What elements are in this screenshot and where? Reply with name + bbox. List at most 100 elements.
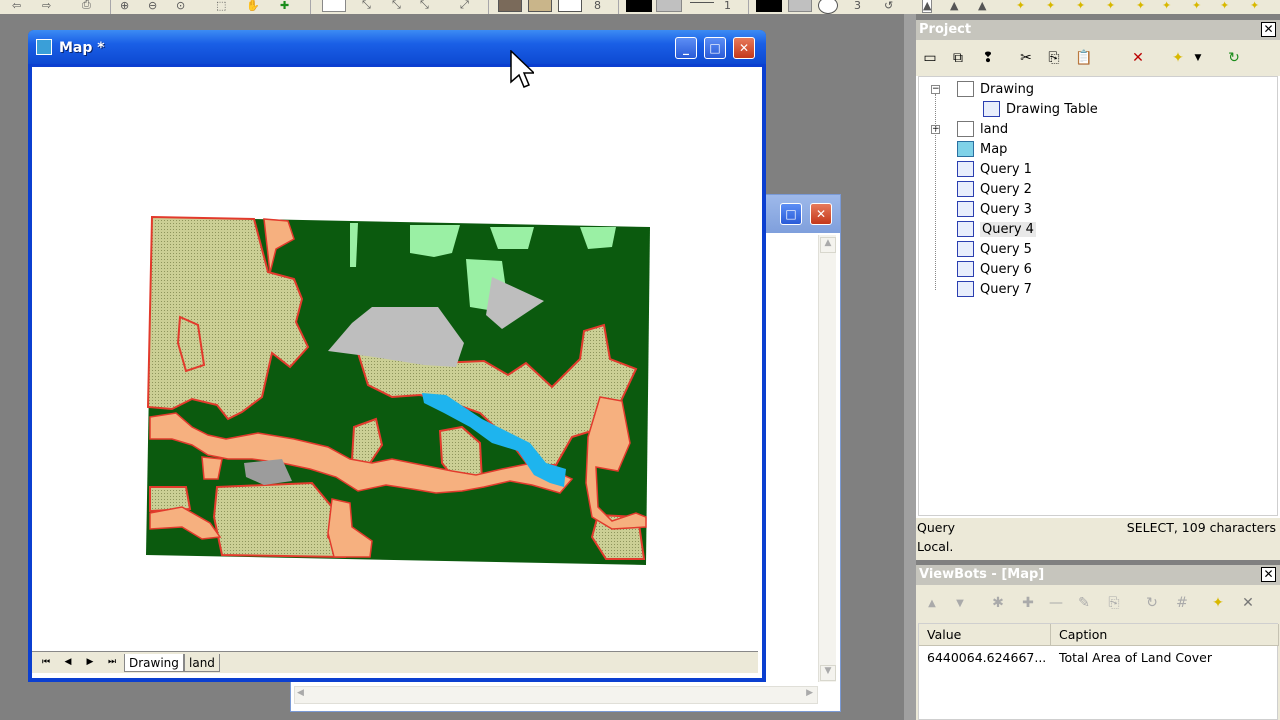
style-icon[interactable]: ⤢	[460, 0, 469, 13]
rotate-icon[interactable]: ↺	[884, 0, 893, 13]
minimize-button[interactable]: _	[675, 37, 697, 59]
close-panel-button[interactable]: ✕	[1261, 567, 1276, 582]
tab-drawing[interactable]: Drawing	[124, 654, 184, 672]
pan-hand-icon[interactable]: ✋	[246, 0, 260, 13]
paste-icon[interactable]: 📋	[1074, 48, 1094, 68]
spark-icon[interactable]: ✦	[1046, 0, 1055, 13]
tree-item-drawing-table[interactable]: Drawing Table	[983, 99, 1098, 119]
properties-icon[interactable]: ❢	[978, 48, 998, 68]
map-window-titlebar[interactable]: Map * _ □ ✕	[28, 30, 766, 64]
close-button[interactable]: ✕	[810, 203, 832, 225]
add-icon[interactable]: ✚	[1018, 593, 1038, 613]
tree-item-query-1[interactable]: Query 1	[957, 159, 1032, 179]
move-down-icon[interactable]: ▼	[950, 593, 970, 613]
formula-icon[interactable]: ✱	[988, 593, 1008, 613]
maximize-button[interactable]: □	[780, 203, 802, 225]
zoom-fit-icon[interactable]: ⊙	[176, 0, 185, 13]
remove-icon[interactable]: —	[1046, 593, 1066, 613]
spark-icon[interactable]: ✦	[1192, 0, 1201, 13]
tree-item-query-3[interactable]: Query 3	[957, 199, 1032, 219]
point-fill-swatch[interactable]	[788, 0, 812, 12]
point-style-icon[interactable]	[818, 0, 838, 14]
close-button[interactable]: ✕	[733, 37, 755, 59]
viewbots-table[interactable]: Value Caption 6440064.624667... Total Ar…	[918, 623, 1279, 720]
move-up-icon[interactable]: ▲	[922, 593, 942, 613]
print-icon[interactable]: ⎙	[82, 0, 91, 13]
column-header-value[interactable]: Value	[919, 624, 1051, 646]
fill-color-swatch[interactable]	[322, 0, 346, 12]
area-color-swatch[interactable]	[528, 0, 552, 12]
line-color-swatch[interactable]	[626, 0, 652, 12]
project-tree[interactable]: − + Drawing Drawing Table land Map Query…	[918, 76, 1278, 516]
style-icon[interactable]: ⤡	[420, 0, 429, 13]
point-color-swatch[interactable]	[756, 0, 782, 12]
new-viewbot-icon[interactable]: ✦	[1208, 593, 1228, 613]
horizontal-scrollbar[interactable]: ◀ ▶	[294, 686, 818, 704]
zoom-out-icon[interactable]: ⊖	[148, 0, 157, 13]
spark-icon[interactable]: ✦	[1250, 0, 1259, 13]
refresh-icon[interactable]: ↻	[1142, 593, 1162, 613]
zoom-in-icon[interactable]: ⊕	[120, 0, 129, 13]
value-cell[interactable]: 6440064.624667...	[927, 650, 1046, 665]
land-cover-map[interactable]	[32, 67, 762, 651]
spark-icon[interactable]: ✦	[1076, 0, 1085, 13]
tree-item-query-7[interactable]: Query 7	[957, 279, 1032, 299]
caption-cell[interactable]: Total Area of Land Cover	[1059, 650, 1212, 665]
spark-icon[interactable]: ✦	[1136, 0, 1145, 13]
tree-item-query-6[interactable]: Query 6	[957, 259, 1032, 279]
spark-icon[interactable]: ✦	[1162, 0, 1171, 13]
pointer-tool-icon[interactable]: ▲	[922, 0, 933, 13]
tree-item-land[interactable]: land	[957, 119, 1008, 139]
forward-icon[interactable]: ⇨	[42, 0, 51, 13]
tree-item-query-5[interactable]: Query 5	[957, 239, 1032, 259]
triangle-tool-icon[interactable]: ▲	[950, 0, 958, 13]
collapse-icon[interactable]: −	[931, 85, 940, 94]
next-tab-icon[interactable]: ▶	[82, 655, 98, 669]
select-icon[interactable]: ⬚	[216, 0, 226, 13]
background-swatch[interactable]	[558, 0, 582, 12]
style-icon[interactable]: ⤡	[362, 0, 371, 13]
copy-icon[interactable]: ⎘	[1044, 48, 1064, 68]
tree-item-query-2[interactable]: Query 2	[957, 179, 1032, 199]
scroll-left-icon[interactable]: ◀	[297, 688, 304, 698]
edit-icon[interactable]: ✎	[1074, 593, 1094, 613]
new-component-icon[interactable]: ✦	[1168, 48, 1188, 68]
style-icon[interactable]: ⤡	[392, 0, 401, 13]
bare-soil-area[interactable]	[201, 456, 223, 480]
dropdown-arrow-icon[interactable]: ▼	[1188, 48, 1208, 68]
panel-splitter[interactable]	[904, 14, 916, 720]
delete-icon[interactable]: ✕	[1128, 48, 1148, 68]
tab-land[interactable]: land	[184, 654, 220, 672]
previous-tab-icon[interactable]: ◀	[60, 655, 76, 669]
add-icon[interactable]: ✚	[280, 0, 289, 13]
background-window[interactable]: □ ✕ ▲ ▼	[765, 194, 841, 712]
triangle-tool-icon[interactable]: ▲	[978, 0, 986, 13]
tree-item-map[interactable]: Map	[957, 139, 1007, 159]
fill-pattern-swatch[interactable]	[498, 0, 522, 12]
point-size-value[interactable]: 3	[854, 0, 861, 13]
line-width-value[interactable]: 1	[724, 0, 731, 13]
maximize-button[interactable]: □	[704, 37, 726, 59]
new-window-icon[interactable]: ▭	[920, 48, 940, 68]
cut-icon[interactable]: ✂	[1016, 48, 1036, 68]
delete-icon[interactable]: ✕	[1238, 593, 1258, 613]
map-window[interactable]: Map * _ □ ✕ ⏮ ◀ ▶ ⏭ Drawing land	[28, 30, 766, 682]
background-window-titlebar[interactable]: □ ✕	[766, 195, 840, 233]
spark-icon[interactable]: ✦	[1016, 0, 1025, 13]
scroll-right-icon[interactable]: ▶	[806, 688, 813, 698]
tree-item-query-4[interactable]: Query 4	[957, 219, 1036, 239]
scroll-down-icon[interactable]: ▼	[820, 665, 836, 681]
refresh-icon[interactable]: ↻	[1224, 48, 1244, 68]
spark-icon[interactable]: ✦	[1220, 0, 1229, 13]
copy-icon[interactable]: ⎘	[1104, 593, 1124, 613]
line-fill-swatch[interactable]	[656, 0, 682, 12]
close-panel-button[interactable]: ✕	[1261, 22, 1276, 37]
restore-window-icon[interactable]: ⧉	[948, 48, 968, 68]
grid-icon[interactable]: #	[1172, 593, 1192, 613]
last-tab-icon[interactable]: ⏭	[104, 655, 120, 669]
spark-icon[interactable]: ✦	[1106, 0, 1115, 13]
vertical-scrollbar[interactable]: ▲ ▼	[818, 235, 836, 683]
first-tab-icon[interactable]: ⏮	[38, 655, 54, 669]
tree-item-drawing[interactable]: Drawing	[957, 79, 1034, 99]
line-style-icon[interactable]	[690, 2, 714, 3]
